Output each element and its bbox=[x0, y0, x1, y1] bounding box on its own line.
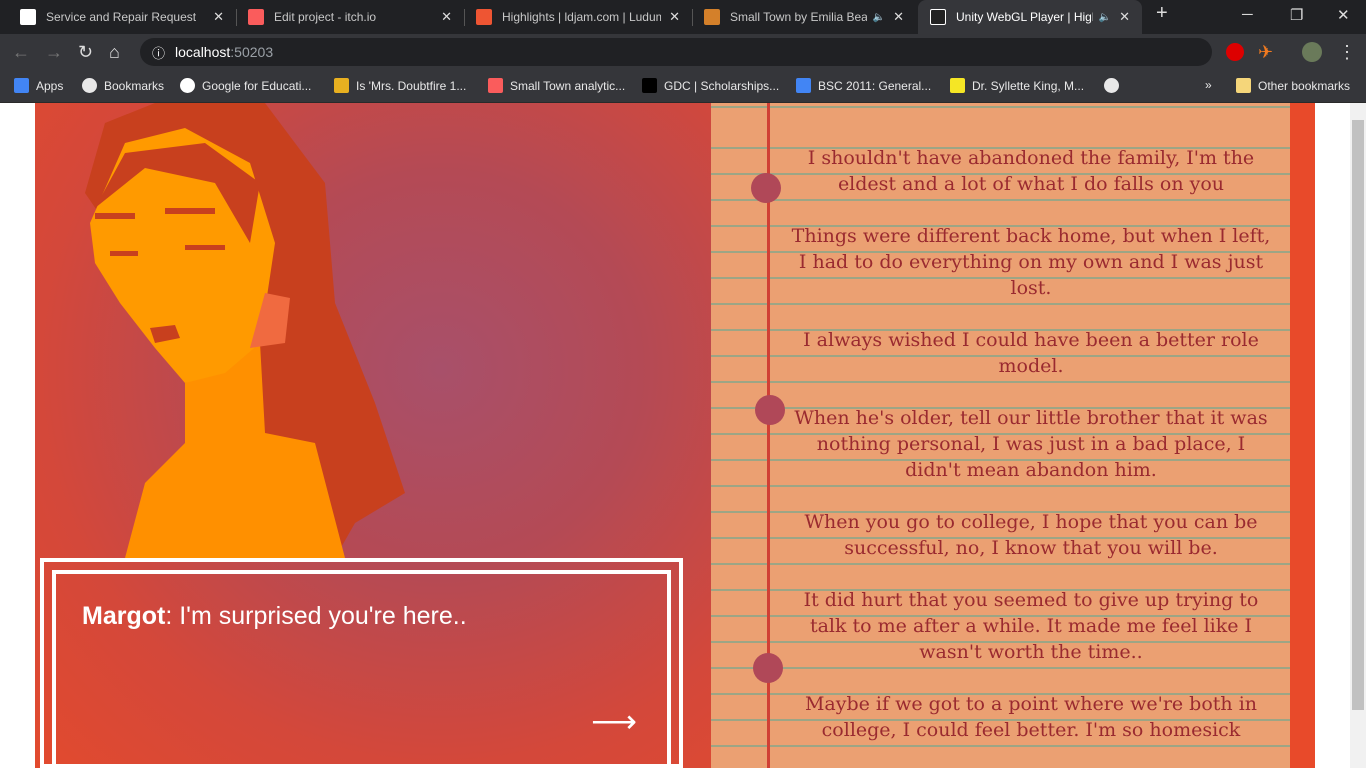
letter-paragraph: When he's older, tell our little brother… bbox=[794, 407, 1268, 481]
frame-border bbox=[1290, 103, 1315, 768]
letter-paragraph: Things were different back home, but whe… bbox=[791, 225, 1271, 299]
close-tab-icon[interactable]: ✕ bbox=[1119, 9, 1130, 25]
bookmark-bookmarks[interactable]: Bookmarks bbox=[82, 78, 164, 93]
star-icon bbox=[82, 78, 97, 93]
page-scrollbar[interactable] bbox=[1350, 103, 1366, 768]
letter-text: I shouldn't have abandoned the family, I… bbox=[791, 145, 1271, 768]
tab-small-town[interactable]: Small Town by Emilia Bea 🔈 ✕ bbox=[692, 0, 916, 34]
avatar[interactable] bbox=[1302, 42, 1322, 62]
reload-button[interactable]: ↻ bbox=[78, 42, 93, 63]
unity-game-canvas[interactable]: Margot: I'm surprised you're here.. ⟶ I … bbox=[35, 103, 1315, 768]
ldjam-icon bbox=[476, 9, 492, 25]
diamond-icon bbox=[334, 78, 349, 93]
bookmark-gdc[interactable]: GDC | Scholarships... bbox=[642, 78, 779, 93]
apps-grid-icon bbox=[14, 78, 29, 93]
letter-paragraph: It did hurt that you seemed to give up t… bbox=[803, 589, 1259, 663]
info-icon: ⓘ bbox=[152, 45, 166, 61]
binder-hole bbox=[753, 653, 783, 683]
itchio-icon bbox=[488, 78, 503, 93]
close-tab-icon[interactable]: ✕ bbox=[893, 9, 904, 25]
b-logo-icon bbox=[20, 9, 36, 25]
bookmark-google[interactable]: Google for Educati... bbox=[180, 78, 311, 93]
letter-paragraph: I shouldn't have abandoned the family, I… bbox=[807, 147, 1255, 195]
binder-hole bbox=[751, 173, 781, 203]
tab-ldjam[interactable]: Highlights | ldjam.com | Ludum Dare✕ bbox=[464, 0, 692, 34]
binder-hole bbox=[755, 395, 785, 425]
new-tab-button[interactable]: + bbox=[1156, 2, 1168, 25]
letter-paragraph: When you go to college, I hope that you … bbox=[804, 511, 1258, 559]
itchio-icon bbox=[248, 9, 264, 25]
scrollbar-thumb[interactable] bbox=[1352, 120, 1364, 710]
home-button[interactable]: ⌂ bbox=[109, 42, 120, 63]
unity-icon bbox=[930, 9, 946, 25]
tab-service-repair[interactable]: Service and Repair Request ✕ bbox=[8, 0, 236, 34]
close-tab-icon[interactable]: ✕ bbox=[441, 9, 452, 25]
gdc-icon bbox=[642, 78, 657, 93]
z-icon bbox=[950, 78, 965, 93]
tab-unity-webgl[interactable]: Unity WebGL Player | High 🔈 ✕ bbox=[918, 0, 1142, 34]
bookmark-apps[interactable]: Apps bbox=[14, 78, 63, 93]
bookmark-globe[interactable] bbox=[1104, 78, 1126, 93]
minimize-button[interactable]: ─ bbox=[1242, 6, 1253, 23]
letter-paragraph: I always wished I could have been a bett… bbox=[803, 329, 1259, 377]
tab-strip: Service and Repair Request ✕ Edit project… bbox=[0, 0, 1366, 34]
adblock-icon[interactable] bbox=[1226, 43, 1244, 61]
bookmarks-overflow-button[interactable]: » bbox=[1205, 78, 1212, 92]
other-bookmarks[interactable]: Other bookmarks bbox=[1236, 78, 1350, 93]
back-button[interactable]: ← bbox=[12, 42, 30, 63]
tab-itchio[interactable]: Edit project - itch.io ✕ bbox=[236, 0, 464, 34]
menu-icon[interactable]: ⋮ bbox=[1338, 42, 1356, 63]
bookmarks-bar: Apps Bookmarks Google for Educati... Is 'Mr… bbox=[0, 70, 1366, 103]
letter-paragraph: Maybe if we got to a point where we're b… bbox=[804, 693, 1258, 741]
restore-button[interactable]: ❐ bbox=[1290, 6, 1303, 24]
close-tab-icon[interactable]: ✕ bbox=[669, 9, 680, 25]
speaker-icon[interactable]: 🔈 bbox=[1099, 12, 1111, 23]
docs-icon bbox=[796, 78, 811, 93]
bookmark-dr[interactable]: Dr. Syllette King, M... bbox=[950, 78, 1084, 93]
bookmark-small[interactable]: Small Town analytic... bbox=[488, 78, 625, 93]
letter-paper: I shouldn't have abandoned the family, I… bbox=[711, 103, 1290, 768]
bookmark-is[interactable]: Is 'Mrs. Doubtfire 1... bbox=[334, 78, 466, 93]
forward-button[interactable]: → bbox=[45, 42, 63, 63]
scene-background: Margot: I'm surprised you're here.. ⟶ bbox=[35, 103, 711, 768]
close-tab-icon[interactable]: ✕ bbox=[213, 9, 224, 25]
extension-icon[interactable]: ✈ bbox=[1258, 42, 1273, 63]
dialogue-text: Margot: I'm surprised you're here.. bbox=[82, 602, 467, 630]
game-thumb-icon bbox=[704, 9, 720, 25]
speaker-icon[interactable]: 🔈 bbox=[873, 12, 885, 23]
google-icon bbox=[180, 78, 195, 93]
next-arrow-button[interactable]: ⟶ bbox=[591, 702, 637, 740]
address-bar[interactable]: ⓘ localhost:50203 bbox=[140, 38, 1212, 66]
speaker-name: Margot bbox=[82, 602, 166, 630]
bookmark-bsc[interactable]: BSC 2011: General... bbox=[796, 78, 931, 93]
margot-portrait bbox=[85, 103, 405, 558]
folder-icon bbox=[1236, 78, 1251, 93]
dialogue-box: Margot: I'm surprised you're here.. ⟶ bbox=[40, 558, 683, 768]
close-window-button[interactable]: ✕ bbox=[1337, 6, 1350, 24]
globe-icon bbox=[1104, 78, 1119, 93]
